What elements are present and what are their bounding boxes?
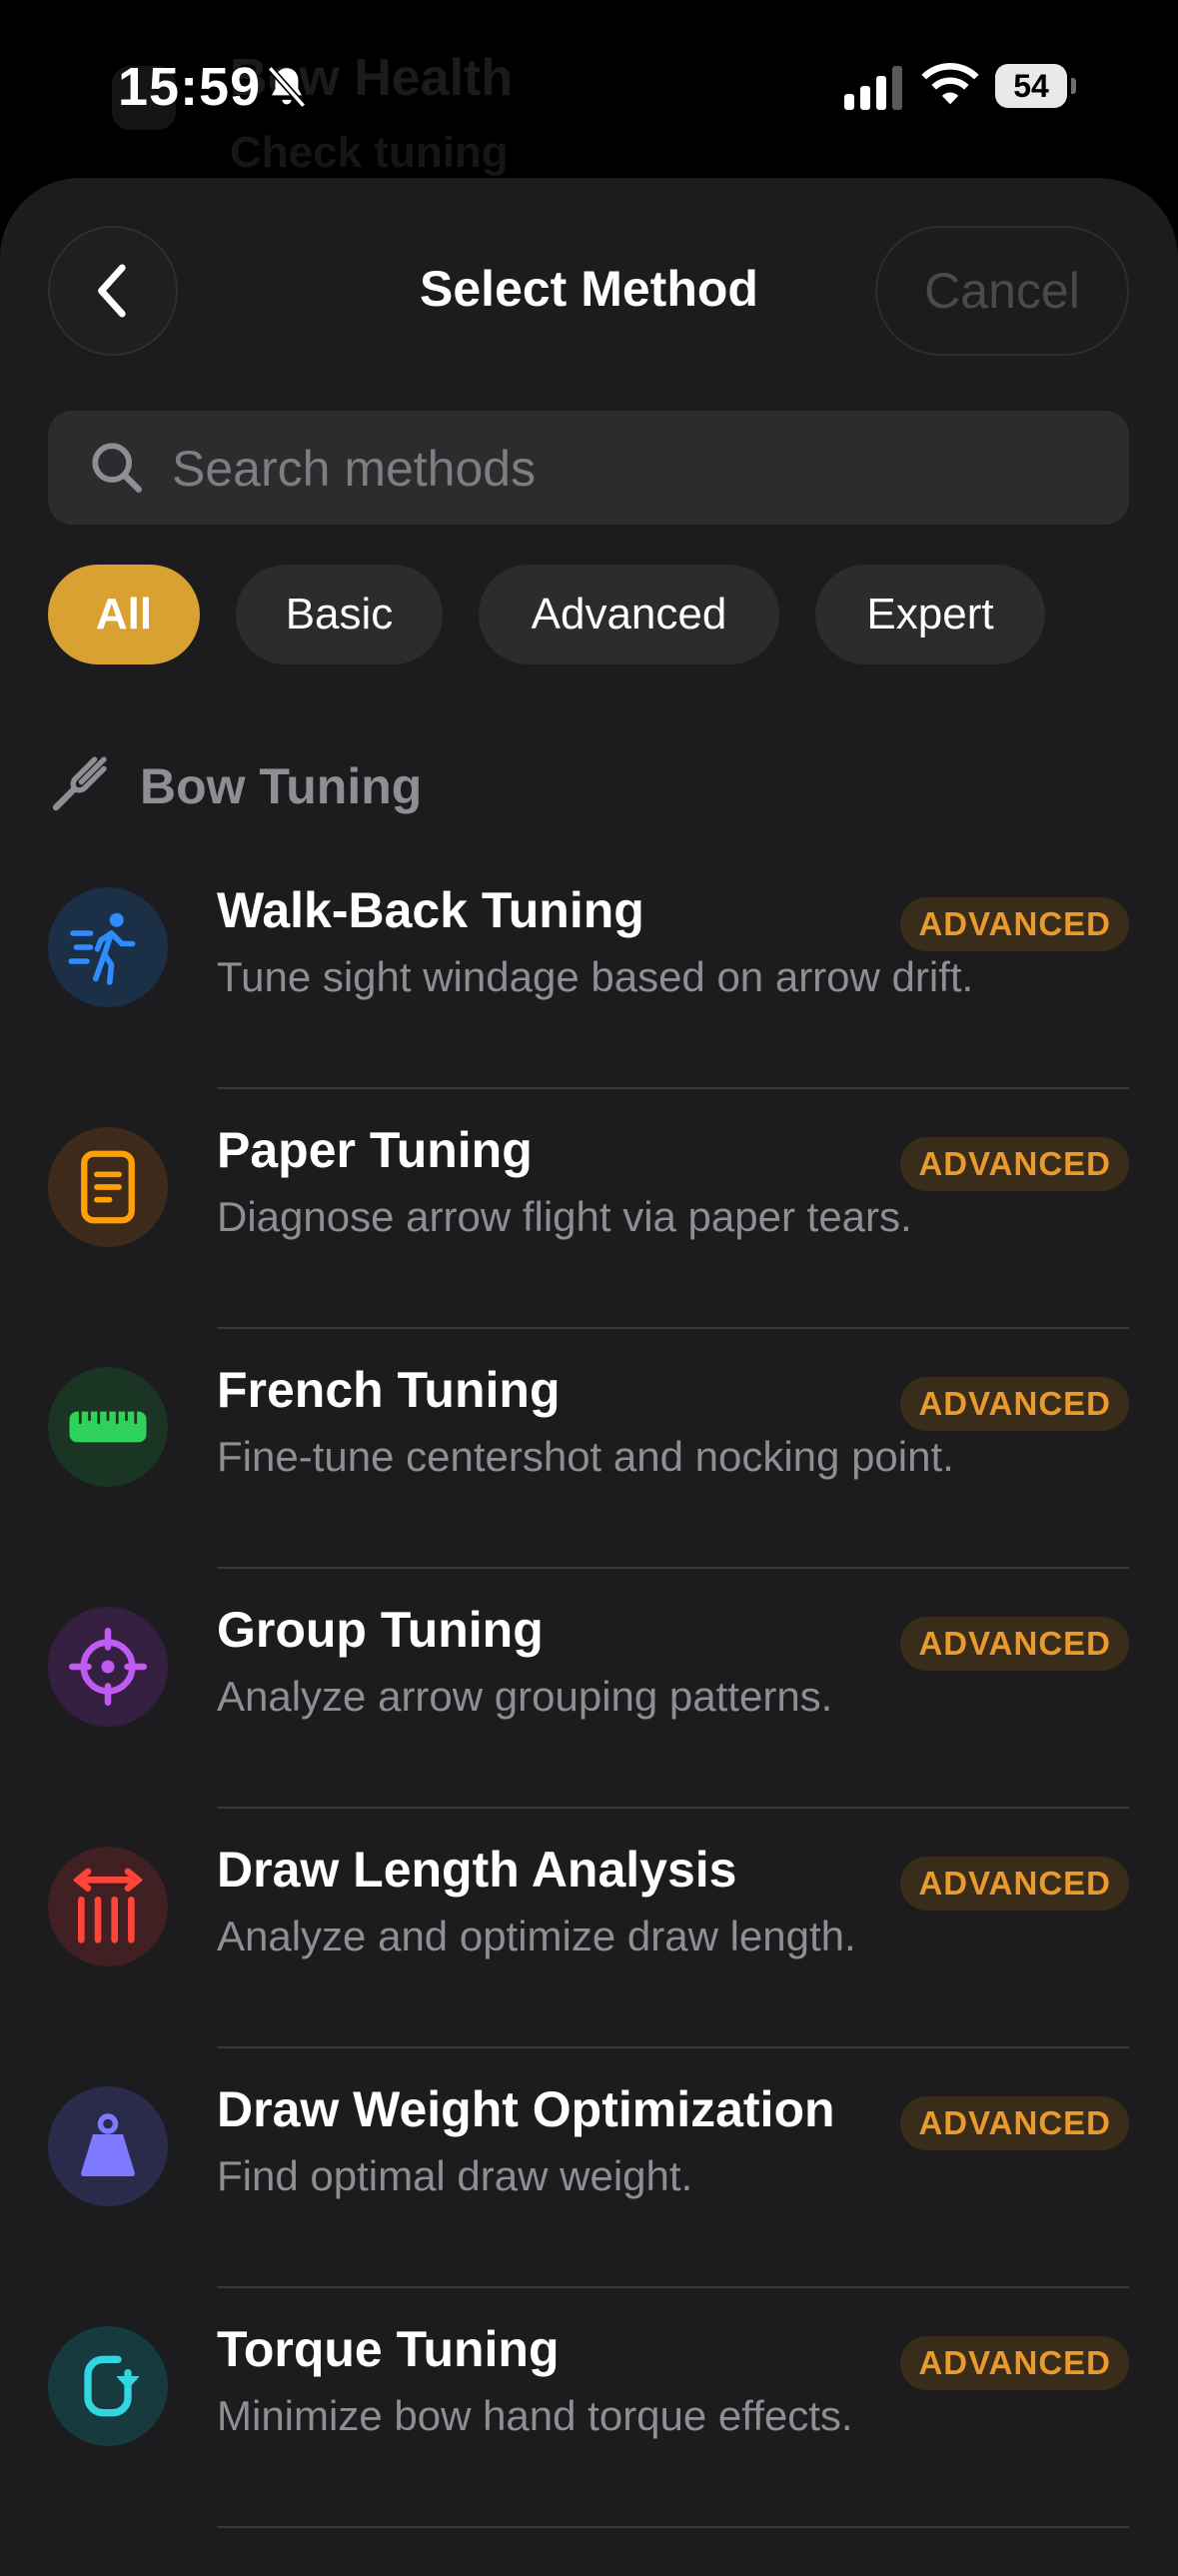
method-description: Analyze arrow grouping patterns.: [217, 1673, 833, 1720]
level-badge: ADVANCED: [900, 2096, 1129, 2150]
filter-chip-all[interactable]: All: [48, 565, 200, 664]
search-bar[interactable]: [48, 411, 1129, 527]
battery-indicator: 54: [995, 64, 1076, 108]
search-icon: [92, 443, 142, 493]
level-badge: ADVANCED: [900, 1377, 1129, 1431]
method-description: Find optimal draw weight.: [217, 2152, 693, 2199]
method-title: Group Tuning: [217, 1602, 544, 1658]
method-row-group-tuning[interactable]: Group Tuning Analyze arrow grouping patt…: [0, 1569, 1178, 1809]
method-icon-badge: [48, 1847, 168, 1966]
method-icon-badge: [48, 887, 168, 1007]
filter-chip-basic[interactable]: Basic: [236, 565, 443, 664]
method-description: Minimize bow hand torque effects.: [217, 2392, 853, 2439]
method-description: Fine-tune centershot and nocking point.: [217, 1433, 954, 1480]
method-title: Draw Weight Optimization: [217, 2081, 835, 2137]
weight-icon: [81, 2113, 135, 2176]
method-icon-badge: [48, 1127, 168, 1247]
method-icon-badge: [48, 2086, 168, 2206]
method-title: Paper Tuning: [217, 1122, 533, 1178]
method-row-french-tuning[interactable]: French Tuning Fine-tune centershot and n…: [0, 1329, 1178, 1569]
battery-tip: [1071, 78, 1076, 94]
method-title: Draw Length Analysis: [217, 1842, 737, 1898]
method-icon-badge: [48, 1607, 168, 1727]
walking-figure-icon: [68, 912, 136, 985]
cellular-signal-icon: [844, 66, 902, 110]
crosshair-icon: [69, 1628, 147, 1706]
method-title: French Tuning: [217, 1362, 561, 1418]
level-badge: ADVANCED: [900, 897, 1129, 951]
method-row-draw-length-analysis[interactable]: Draw Length Analysis Analyze and optimiz…: [0, 1809, 1178, 2048]
tuning-fork-icon: [52, 756, 107, 811]
wifi-icon: [921, 62, 979, 105]
section-label: Bow Tuning: [140, 758, 423, 814]
level-badge: ADVANCED: [900, 2336, 1129, 2390]
method-row-walk-back-tuning[interactable]: Walk-Back Tuning Tune sight windage base…: [0, 849, 1178, 1089]
method-row-draw-weight-optimization[interactable]: Draw Weight Optimization Find optimal dr…: [0, 2048, 1178, 2288]
method-description: Diagnose arrow flight via paper tears.: [217, 1193, 912, 1240]
battery-level: 54: [1013, 68, 1049, 104]
method-title: Torque Tuning: [217, 2321, 560, 2377]
level-badge: ADVANCED: [900, 1617, 1129, 1671]
method-row-torque-tuning[interactable]: Torque Tuning Minimize bow hand torque e…: [0, 2288, 1178, 2528]
cancel-button[interactable]: Cancel: [875, 226, 1129, 356]
method-icon-badge: [48, 1367, 168, 1487]
method-title: Walk-Back Tuning: [217, 882, 644, 938]
method-description: Analyze and optimize draw length.: [217, 1913, 856, 1959]
select-method-sheet: Select Method Cancel All Basic Advanced …: [0, 178, 1178, 2576]
method-row-paper-tuning[interactable]: Paper Tuning Diagnose arrow flight via p…: [0, 1089, 1178, 1329]
measure-arrows-icon: [72, 1868, 144, 1943]
status-time: 15:59: [118, 57, 262, 117]
bell-slash-icon: [267, 66, 307, 108]
method-icon-badge: [48, 2326, 168, 2446]
status-bar: 15:59 54: [0, 0, 1178, 170]
method-description: Tune sight windage based on arrow drift.: [217, 953, 974, 1000]
level-badge: ADVANCED: [900, 1857, 1129, 1911]
rotation-icon: [84, 2355, 140, 2417]
filter-chip-advanced[interactable]: Advanced: [479, 565, 779, 664]
row-divider: [217, 2526, 1129, 2528]
filter-chip-expert[interactable]: Expert: [815, 565, 1045, 664]
ruler-icon: [69, 1411, 147, 1443]
search-input[interactable]: [170, 411, 1093, 527]
level-badge: ADVANCED: [900, 1137, 1129, 1191]
document-icon: [81, 1150, 135, 1224]
